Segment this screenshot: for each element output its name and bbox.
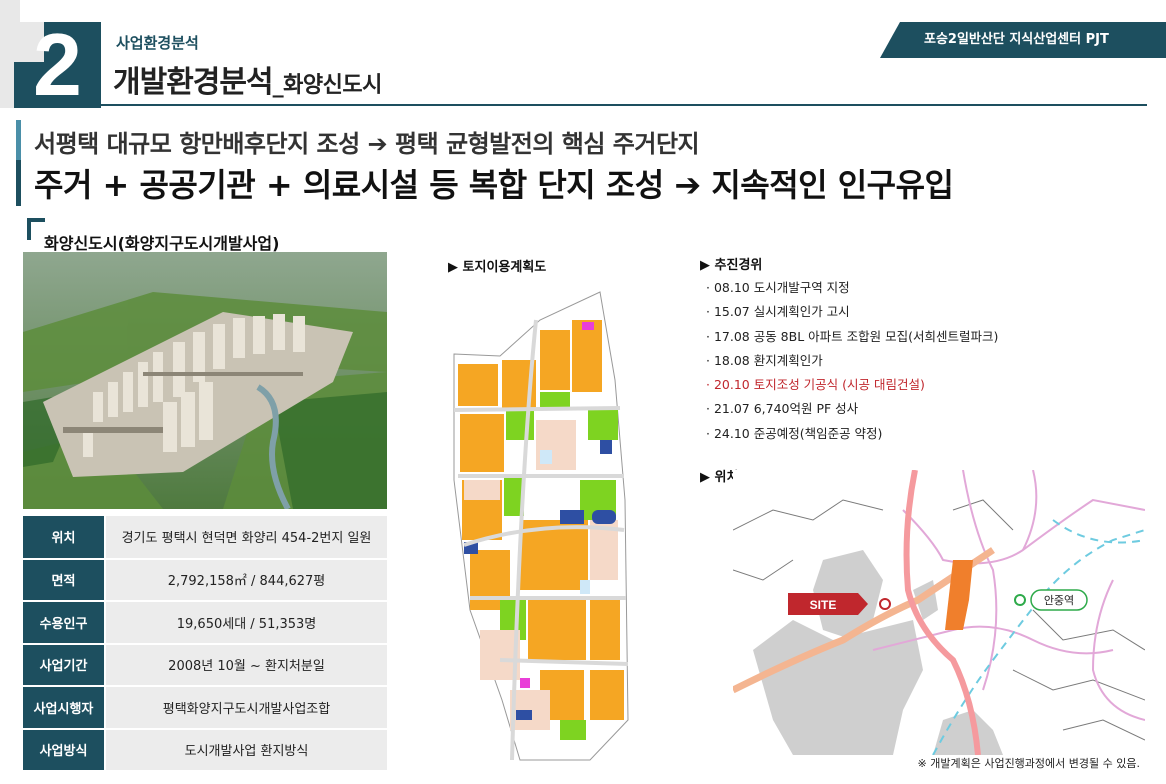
headline-accent-bar-dark (16, 160, 21, 206)
land-use-plan-title: ▶ 토지이용계획도 (448, 260, 547, 275)
aerial-rendering-image (23, 252, 387, 509)
section-kicker: 사업환경분석 (116, 34, 199, 52)
info-label: 사업시행자 (23, 686, 106, 730)
site-label: SITE (810, 598, 837, 612)
location-map: SITE 안중역 (731, 469, 1146, 756)
info-value: 2008년 10월 ~ 환지처분일 (105, 643, 387, 687)
table-row: 위치 경기도 평택시 현덕면 화양리 454-2번지 일원 (23, 516, 387, 560)
headline-accent-bar (16, 120, 21, 160)
section-title: 화양신도시(화양지구도시개발사업) (44, 234, 280, 253)
list-item: · 18.08 환지계획인가 (706, 352, 823, 368)
project-tag: 포승2일반산단 지식산업센터 PJT (880, 22, 1166, 58)
info-value: 2,792,158㎡ / 844,627평 (105, 558, 387, 602)
info-label: 수용인구 (23, 601, 106, 645)
info-value: 경기도 평택시 현덕면 화양리 454-2번지 일원 (105, 516, 387, 560)
page-title: 개발환경분석_화양신도시 (113, 57, 382, 101)
info-value: 평택화양지구도시개발사업조합 (105, 686, 387, 730)
headline-primary: 서평택 대규모 항만배후단지 조성 ➔ 평택 균형발전의 핵심 주거단지 (34, 130, 700, 158)
page-title-sub: _화양신도시 (272, 73, 383, 98)
section-number: 2 (33, 22, 82, 108)
project-info-table: 위치 경기도 평택시 현덕면 화양리 454-2번지 일원 면적 2,792,158… (23, 516, 387, 772)
info-label: 사업기간 (23, 643, 106, 687)
table-row: 사업시행자 평택화양지구도시개발사업조합 (23, 686, 387, 730)
headline-secondary: 주거 + 공공기관 + 의료시설 등 복합 단지 조성 ➔ 지속적인 인구유입 (34, 166, 954, 204)
info-value: 19,650세대 / 51,353명 (105, 601, 387, 645)
land-use-plan-map (440, 280, 640, 780)
table-row: 수용인구 19,650세대 / 51,353명 (23, 601, 387, 645)
disclaimer-note: ※ 개발계획은 사업진행과정에서 변경될 수 있음. (917, 757, 1140, 770)
progress-section-title: ▶ 추진경위 (700, 258, 763, 273)
table-row: 면적 2,792,158㎡ / 844,627평 (23, 558, 387, 602)
page-title-main: 개발환경분석 (113, 65, 274, 100)
table-row: 사업방식 도시개발사업 환지방식 (23, 728, 387, 772)
list-item: · 24.10 준공예정(책임준공 약정) (706, 425, 883, 441)
info-label: 면적 (23, 558, 106, 602)
table-row: 사업기간 2008년 10월 ~ 환지처분일 (23, 643, 387, 687)
info-label: 위치 (23, 516, 106, 560)
list-item: · 08.10 도시개발구역 지정 (706, 280, 850, 295)
list-item: · 21.07 6,740억원 PF 성사 (706, 401, 859, 417)
header-divider (101, 104, 1147, 106)
info-label: 사업방식 (23, 728, 106, 772)
info-value: 도시개발사업 환지방식 (105, 728, 387, 772)
section-number-badge: 2 (14, 22, 101, 108)
section-bracket-icon (27, 218, 45, 240)
list-item-highlighted: · 20.10 토지조성 기공식 (시공 대림건설) (706, 377, 925, 393)
list-item: · 15.07 실시계획인가 고시 (706, 304, 850, 320)
progress-list: · 08.10 도시개발구역 지정 · 15.07 실시계획인가 고시 · 17… (706, 276, 998, 446)
station-label: 안중역 (1044, 594, 1074, 607)
list-item: · 17.08 공동 8BL 아파트 조합원 모집(서희센트럴파크) (706, 328, 999, 344)
